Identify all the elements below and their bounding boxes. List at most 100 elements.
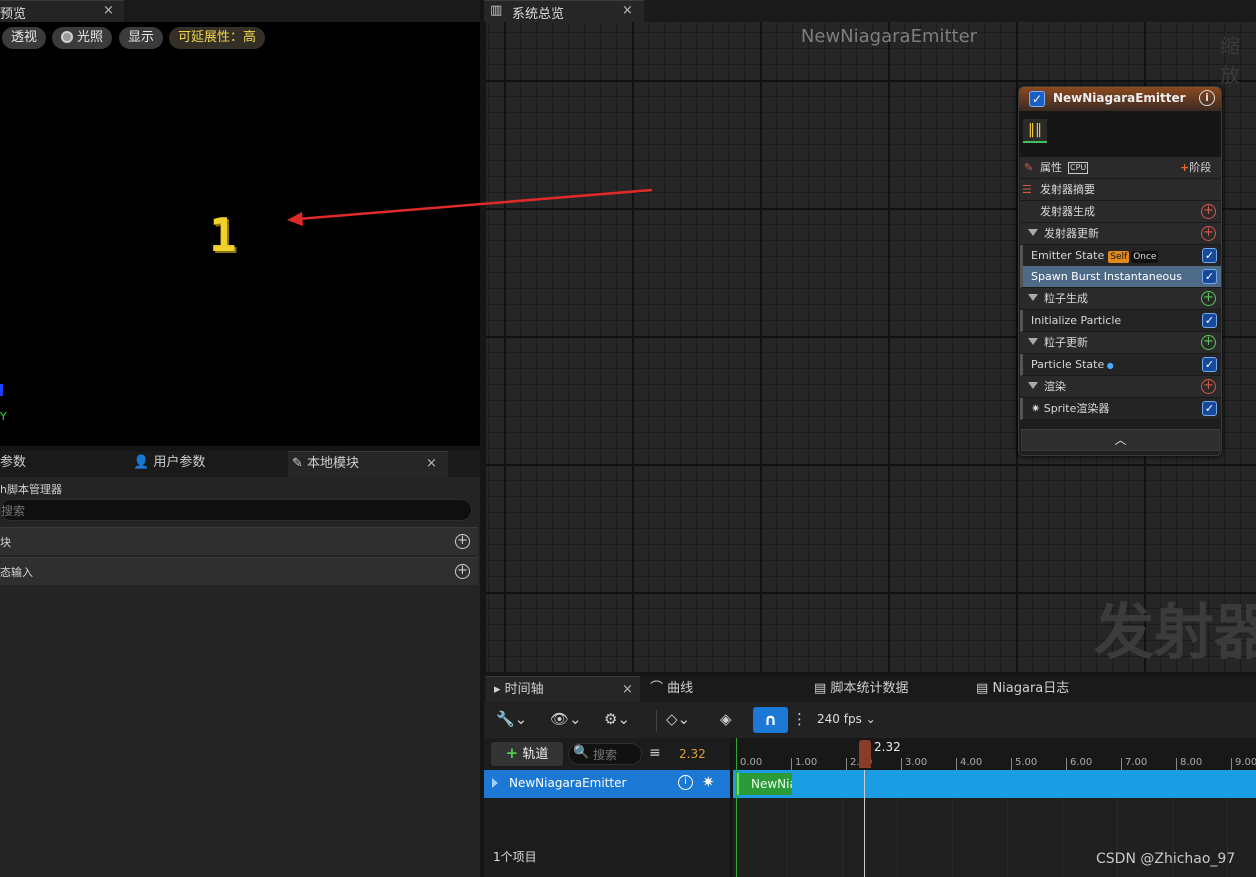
close-icon[interactable]: × <box>622 3 633 18</box>
emitter-node-header[interactable]: ✓ NewNiagaraEmitter i <box>1019 87 1221 111</box>
add-stage-button[interactable]: +阶段 <box>1180 157 1211 178</box>
module-enabled-checkbox[interactable]: ✓ <box>1202 401 1217 416</box>
snap-magnet-button[interactable]: ∩ <box>753 707 788 733</box>
add-icon[interactable]: + <box>455 564 470 579</box>
collapse-triangle-icon[interactable] <box>1028 382 1038 389</box>
search-input[interactable] <box>1 502 461 519</box>
tab-system-overview[interactable]: ▥ 系统总览 × <box>484 0 644 22</box>
playhead-time-label: 2.32 <box>874 740 901 754</box>
filter-icon[interactable]: ≡ <box>649 745 661 761</box>
close-icon[interactable]: × <box>426 452 437 476</box>
timeline-search-input[interactable] <box>593 747 639 762</box>
add-icon[interactable]: + <box>455 534 470 549</box>
emitter-section-bar[interactable]: NewNiagaraEmitter <box>736 773 792 795</box>
node-row-particle-update[interactable]: 粒子更新 + <box>1020 332 1221 354</box>
tab-curves-label: 曲线 <box>667 681 694 696</box>
preview-viewport[interactable]: 透视 光照 显示 可延展性：高 1 Y <box>0 22 480 446</box>
ruler-tick-label: 6.00 <box>1070 757 1093 768</box>
scalability-button[interactable]: 可延展性：高 <box>169 27 266 49</box>
ruler-tick <box>956 758 957 770</box>
module-enabled-checkbox[interactable]: ✓ <box>1202 248 1217 263</box>
node-row-spawn-burst[interactable]: Spawn Burst Instantaneous ✓ <box>1020 266 1221 288</box>
node-row-label: Emitter State <box>1031 249 1105 262</box>
collapse-triangle-icon[interactable] <box>1028 229 1038 236</box>
tab-user-params[interactable]: 👤 用户参数 <box>133 451 205 477</box>
emitter-node[interactable]: ✓ NewNiagaraEmitter i ‖‖ ✎ 属性 CPU +阶段 ☰ … <box>1018 86 1222 456</box>
wrench-icon[interactable]: 🔧⌄ <box>496 710 527 728</box>
ruler-tick-label: 3.00 <box>905 757 928 768</box>
item-count: 1个项目 <box>493 850 537 864</box>
node-row-label: 粒子更新 <box>1044 336 1088 349</box>
timeline-search[interactable]: 🔍 <box>568 743 642 765</box>
tab-params[interactable]: 参数 <box>0 451 26 477</box>
ruler-tick-label: 7.00 <box>1125 757 1148 768</box>
more-icon[interactable]: ⋮ <box>792 710 807 728</box>
search-input-wrapper[interactable] <box>0 499 472 521</box>
playhead-handle[interactable] <box>859 740 871 768</box>
tab-niagara-log[interactable]: ▤ Niagara日志 <box>976 676 1069 702</box>
graph-watermark: 发射器 <box>1094 598 1256 668</box>
add-track-button[interactable]: + 轨道 <box>491 742 563 766</box>
emitter-enabled-checkbox[interactable]: ✓ <box>1029 91 1045 107</box>
track-bar[interactable] <box>733 770 1256 798</box>
system-overview-tabbar: ▥ 系统总览 × <box>484 0 1256 22</box>
tab-local-modules[interactable]: ✎ 本地模块 × <box>288 451 448 477</box>
lighting-button[interactable]: 光照 <box>52 27 113 49</box>
add-module-icon[interactable]: + <box>1201 379 1216 394</box>
add-module-icon[interactable]: + <box>1201 226 1216 241</box>
section-modules[interactable]: 块 + <box>0 527 478 555</box>
node-row-particle-spawn[interactable]: 粒子生成 + <box>1020 288 1221 310</box>
settings-icon[interactable]: ⚙⌄ <box>604 710 630 728</box>
collapse-triangle-icon[interactable] <box>1028 294 1038 301</box>
close-icon[interactable]: × <box>622 677 633 703</box>
current-time-value[interactable]: 2.32 <box>679 747 706 761</box>
ruler-tick-label: 0.00 <box>740 757 763 768</box>
expand-arrow-icon[interactable] <box>492 778 498 788</box>
module-enabled-checkbox[interactable]: ✓ <box>1202 313 1217 328</box>
collapse-triangle-icon[interactable] <box>1028 338 1038 345</box>
tab-preview[interactable]: 预览 × <box>0 0 124 22</box>
add-module-icon[interactable]: + <box>1201 335 1216 350</box>
show-button[interactable]: 显示 <box>119 27 164 49</box>
emitter-summary-row[interactable]: ☰ 发射器摘要 <box>1020 179 1221 201</box>
node-row-emitter-spawn[interactable]: 发射器生成 + <box>1020 201 1221 223</box>
timeline-ruler[interactable]: 0.001.002.003.004.005.006.007.008.009.00 <box>733 738 1256 770</box>
node-row-emitter-update[interactable]: 发射器更新 + <box>1020 223 1221 245</box>
list-icon: ☰ <box>1022 183 1032 196</box>
node-row-sprite-renderer[interactable]: ✷ Sprite渲染器 ✓ <box>1020 398 1221 420</box>
properties-row[interactable]: ✎ 属性 CPU +阶段 <box>1020 157 1221 179</box>
section-dynamic-inputs[interactable]: 态输入 + <box>0 557 478 585</box>
graph-title: NewNiagaraEmitter <box>800 26 978 47</box>
ruler-tick-label: 4.00 <box>960 757 983 768</box>
key-filter-icon[interactable]: ◈ <box>720 710 732 728</box>
key-icon[interactable]: ◇⌄ <box>666 710 690 728</box>
cpu-badge: CPU <box>1068 162 1089 174</box>
close-icon[interactable]: × <box>103 3 114 18</box>
plus-icon: + <box>1180 161 1190 174</box>
module-enabled-checkbox[interactable]: ✓ <box>1202 357 1217 372</box>
script-manager-title: h脚本管理器 <box>0 483 62 496</box>
tab-script-stats[interactable]: ▤ 脚本统计数据 <box>814 676 908 702</box>
node-row-emitter-state[interactable]: Emitter State Self Once ✓ <box>1020 245 1221 267</box>
viewport-tabbar: 预览 × <box>0 0 480 22</box>
node-row-label: 粒子生成 <box>1044 292 1088 305</box>
info-icon[interactable]: i <box>678 775 693 790</box>
add-module-icon[interactable]: + <box>1201 291 1216 306</box>
csdn-watermark: CSDN @Zhichao_97 <box>1096 851 1236 867</box>
range-start-marker[interactable] <box>736 738 737 877</box>
node-row-label: Sprite渲染器 <box>1043 402 1110 415</box>
module-enabled-checkbox[interactable]: ✓ <box>1202 269 1217 284</box>
tab-curves[interactable]: ⌒ 曲线 <box>650 676 693 702</box>
info-icon[interactable]: i <box>1199 90 1215 106</box>
perspective-button[interactable]: 透视 <box>2 27 47 49</box>
tab-timeline[interactable]: ▸ 时间轴 × <box>486 676 640 702</box>
emitter-thumbnail-icon[interactable]: ‖‖ <box>1023 119 1047 143</box>
node-row-initialize-particle[interactable]: Initialize Particle ✓ <box>1020 310 1221 332</box>
collapse-button[interactable]: ︿ <box>1021 429 1220 451</box>
add-module-icon[interactable]: + <box>1201 204 1216 219</box>
node-row-particle-state[interactable]: Particle State ● ✓ <box>1020 354 1221 376</box>
fps-dropdown[interactable]: 240 fps ⌄ <box>817 712 876 726</box>
eye-icon[interactable]: 👁⌄ <box>550 710 582 728</box>
track-row[interactable]: NewNiagaraEmitter i ✷ <box>484 770 730 798</box>
node-row-render[interactable]: 渲染 + <box>1020 376 1221 398</box>
